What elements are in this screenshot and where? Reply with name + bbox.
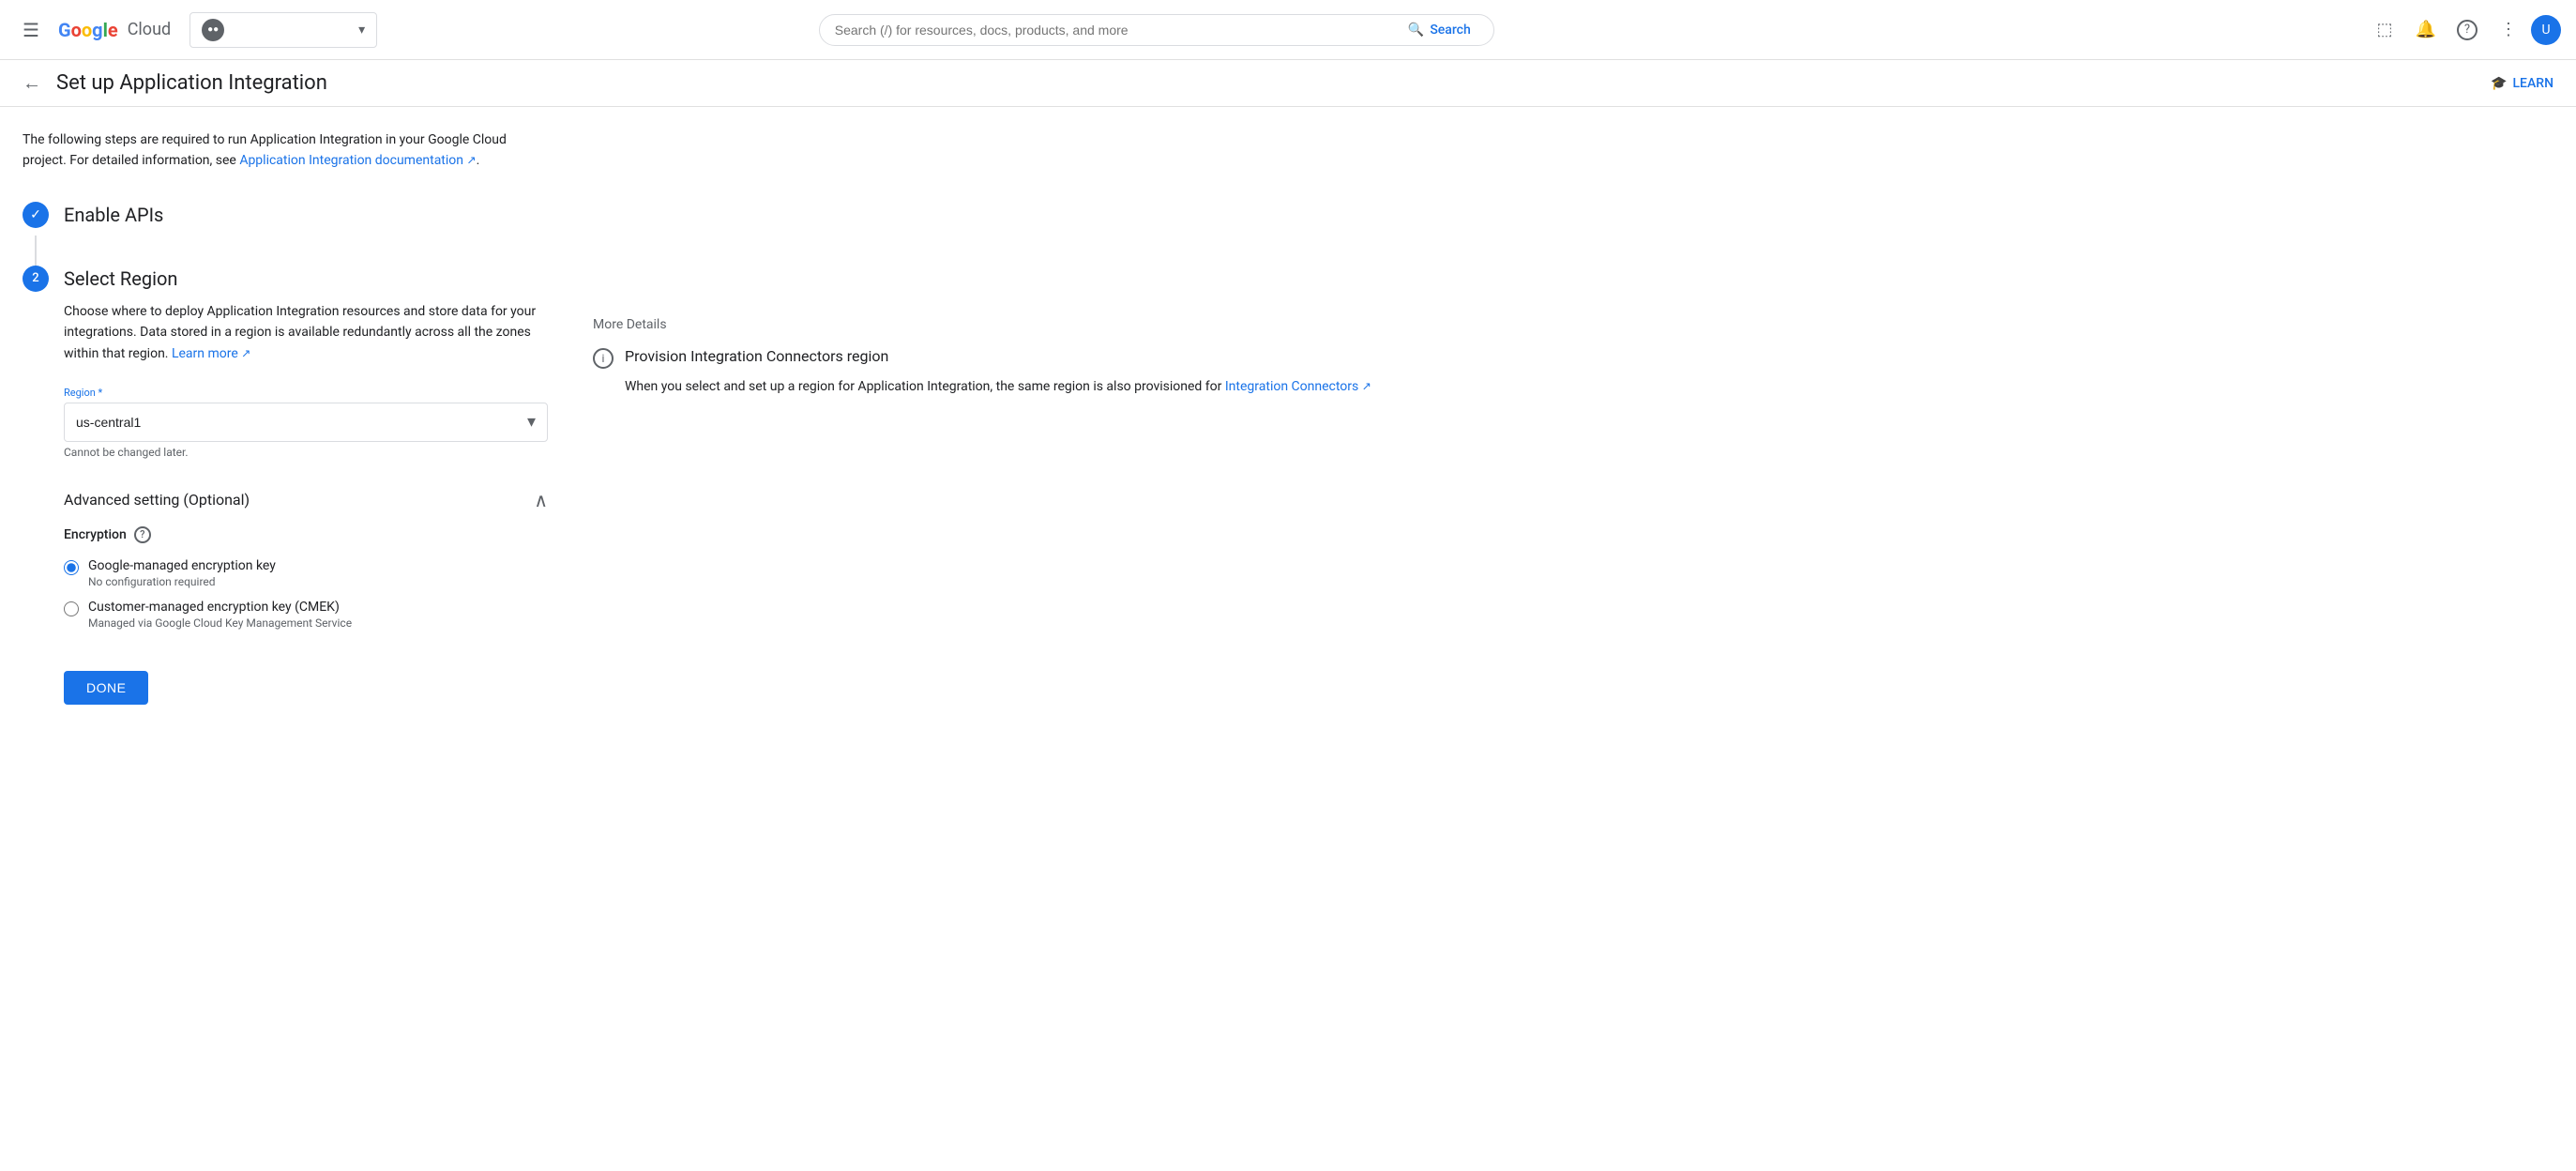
project-avatar: ●● bbox=[202, 19, 224, 41]
customer-managed-title: Customer-managed encryption key (CMEK) bbox=[88, 600, 352, 615]
notifications-button[interactable]: 🔔 bbox=[2407, 11, 2445, 49]
search-icon: 🔍 bbox=[1408, 23, 1424, 38]
step-1-title: Enable APIs bbox=[64, 202, 163, 226]
google-managed-subtitle: No configuration required bbox=[88, 575, 276, 588]
terminal-icon: ⬚ bbox=[2376, 20, 2392, 39]
customer-managed-option: Customer-managed encryption key (CMEK) M… bbox=[64, 600, 548, 630]
info-content: Provision Integration Connectors region … bbox=[625, 347, 1371, 397]
done-button[interactable]: DONE bbox=[64, 671, 148, 705]
search-button[interactable]: 🔍 Search bbox=[1401, 23, 1478, 38]
nav-icons: ⬚ 🔔 ? ⋮ U bbox=[2366, 11, 2561, 49]
step-2-number: 2 bbox=[23, 266, 49, 292]
description-text: The following steps are required to run … bbox=[23, 129, 548, 172]
advanced-title: Advanced setting (Optional) bbox=[64, 491, 250, 509]
region-field: Region * us-central1 us-east1 us-west1 e… bbox=[64, 387, 548, 459]
info-title: Provision Integration Connectors region bbox=[625, 347, 1371, 365]
secondary-header: ← Set up Application Integration 🎓 LEARN bbox=[0, 60, 2576, 107]
more-details-title: More Details bbox=[593, 317, 2553, 332]
step-connector bbox=[23, 236, 548, 266]
advanced-header[interactable]: Advanced setting (Optional) ∧ bbox=[64, 489, 548, 526]
google-managed-radio[interactable] bbox=[64, 560, 79, 575]
customer-managed-label[interactable]: Customer-managed encryption key (CMEK) M… bbox=[64, 600, 548, 630]
step-2-indicator: 2 bbox=[23, 266, 49, 292]
advanced-section: Advanced setting (Optional) ∧ Encryption… bbox=[64, 489, 548, 630]
info-description: When you select and set up a region for … bbox=[625, 376, 1371, 397]
main-content: The following steps are required to run … bbox=[0, 107, 2576, 735]
project-avatar-icon: ●● bbox=[207, 24, 219, 35]
customer-managed-radio[interactable] bbox=[64, 601, 79, 616]
region-label: Region * bbox=[64, 387, 548, 399]
help-icon: ? bbox=[2457, 20, 2478, 40]
customer-managed-subtitle: Managed via Google Cloud Key Management … bbox=[88, 616, 352, 630]
search-label: Search bbox=[1430, 23, 1470, 38]
steps-container: ✓ Enable APIs 2 Select Region bbox=[23, 202, 548, 712]
project-selector[interactable]: ●● ▾ bbox=[189, 12, 377, 48]
more-options-button[interactable]: ⋮ bbox=[2490, 11, 2527, 49]
search-bar: 🔍 Search bbox=[819, 14, 1494, 46]
encryption-section: Encryption ? Google-managed encryption k… bbox=[64, 526, 548, 630]
learn-icon: 🎓 bbox=[2491, 76, 2507, 91]
more-icon: ⋮ bbox=[2500, 20, 2517, 39]
search-input[interactable] bbox=[835, 23, 1393, 38]
left-panel: The following steps are required to run … bbox=[23, 129, 548, 712]
bell-icon: 🔔 bbox=[2416, 20, 2436, 39]
region-note: Cannot be changed later. bbox=[64, 446, 548, 459]
help-button[interactable]: ? bbox=[2448, 11, 2486, 49]
step-1-indicator: ✓ bbox=[23, 202, 49, 228]
terminal-button[interactable]: ⬚ bbox=[2366, 11, 2403, 49]
google-cloud-logo: Google Cloud bbox=[58, 19, 171, 41]
top-nav: ☰ Google Cloud ●● ▾ 🔍 Search ⬚ 🔔 ? ⋮ U bbox=[0, 0, 2576, 60]
page-title: Set up Application Integration bbox=[56, 71, 327, 95]
cloud-text: Cloud bbox=[128, 20, 171, 39]
learn-button[interactable]: 🎓 LEARN bbox=[2491, 76, 2553, 91]
project-chevron-icon: ▾ bbox=[358, 23, 365, 38]
region-select[interactable]: us-central1 us-east1 us-west1 europe-wes… bbox=[65, 403, 547, 441]
user-avatar[interactable]: U bbox=[2531, 15, 2561, 45]
region-select-wrapper: us-central1 us-east1 us-west1 europe-wes… bbox=[64, 403, 548, 442]
google-managed-text: Google-managed encryption key No configu… bbox=[88, 558, 276, 588]
learn-label: LEARN bbox=[2513, 76, 2554, 91]
info-card: i Provision Integration Connectors regio… bbox=[593, 347, 2553, 397]
integration-connectors-link[interactable]: Integration Connectors ↗ bbox=[1225, 379, 1371, 394]
step-2-title: Select Region bbox=[64, 266, 548, 290]
encryption-label: Encryption ? bbox=[64, 526, 548, 543]
google-managed-title: Google-managed encryption key bbox=[88, 558, 276, 573]
step-2: 2 Select Region Choose where to deploy A… bbox=[23, 266, 548, 705]
google-managed-label[interactable]: Google-managed encryption key No configu… bbox=[64, 558, 548, 588]
user-initial: U bbox=[2541, 23, 2550, 38]
info-icon: i bbox=[593, 348, 614, 369]
connector-line bbox=[23, 236, 49, 266]
step-2-description: Choose where to deploy Application Integ… bbox=[64, 301, 548, 364]
learn-more-link[interactable]: Learn more ↗ bbox=[172, 346, 250, 361]
connector-line-inner bbox=[35, 236, 37, 266]
right-panel: More Details i Provision Integration Con… bbox=[593, 129, 2553, 712]
step-1-check-icon: ✓ bbox=[23, 202, 49, 228]
step-2-content: Select Region Choose where to deploy App… bbox=[64, 266, 548, 705]
chevron-up-icon: ∧ bbox=[534, 489, 548, 511]
hamburger-menu[interactable]: ☰ bbox=[15, 11, 47, 49]
step-1: ✓ Enable APIs bbox=[23, 202, 548, 228]
documentation-link[interactable]: Application Integration documentation ↗ bbox=[239, 153, 476, 168]
back-button[interactable]: ← bbox=[23, 71, 41, 95]
google-managed-option: Google-managed encryption key No configu… bbox=[64, 558, 548, 588]
encryption-help-icon[interactable]: ? bbox=[134, 526, 151, 543]
customer-managed-text: Customer-managed encryption key (CMEK) M… bbox=[88, 600, 352, 630]
